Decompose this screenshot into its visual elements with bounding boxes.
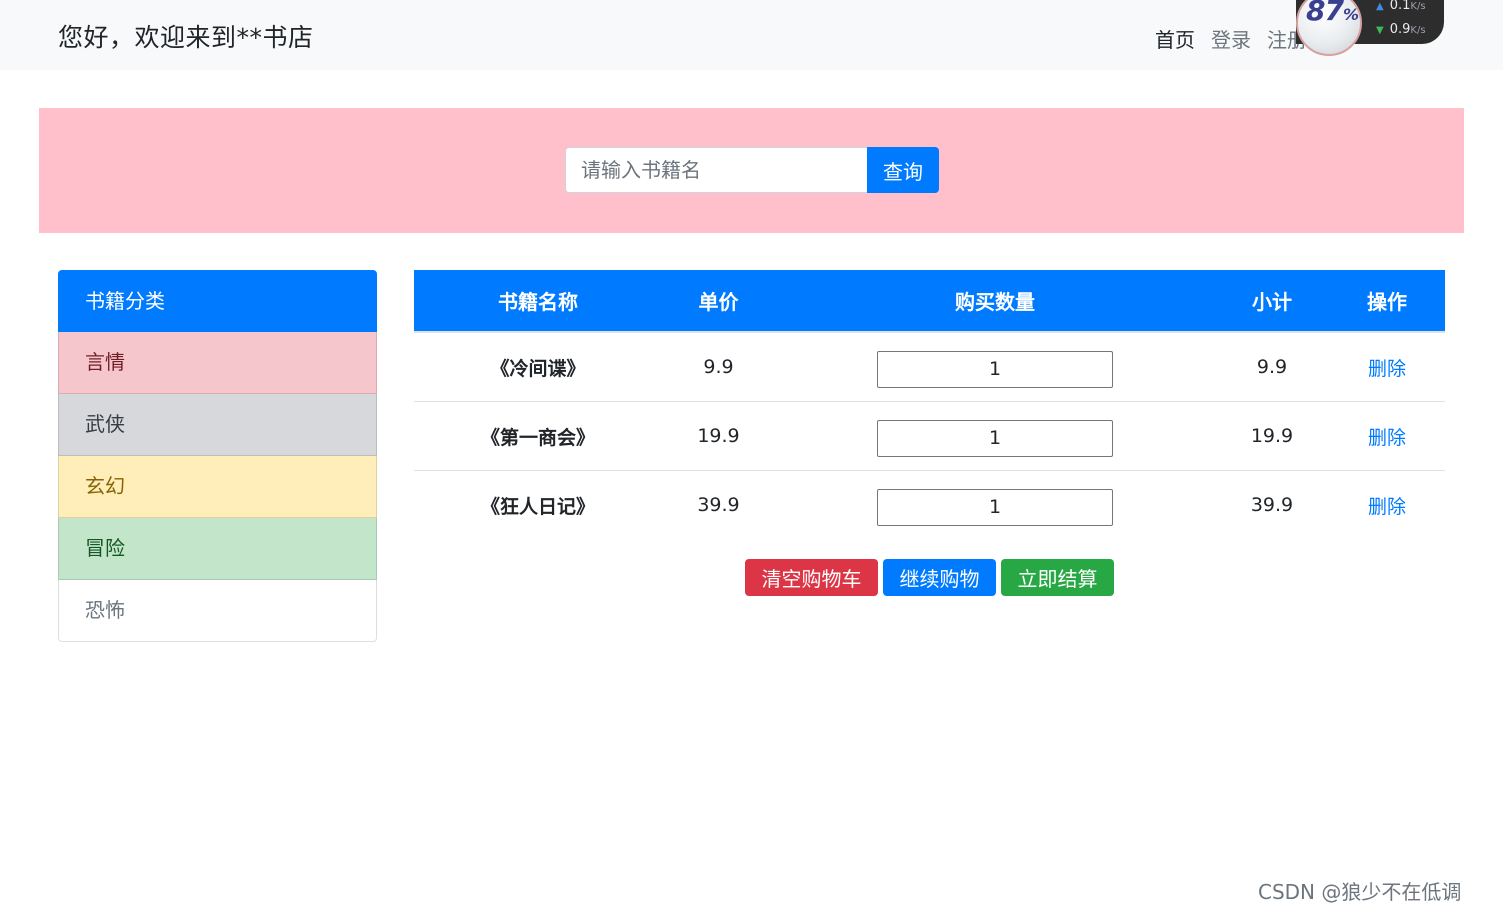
delete-link[interactable]: 删除 [1368,496,1406,518]
download-speed: ▼ 0.9K/s [1376,22,1426,37]
upload-speed: ▲ 0.1K/s [1376,0,1426,13]
download-arrow-icon: ▼ [1376,25,1384,36]
book-subtotal: 19.9 [1215,401,1329,471]
nav-link-login[interactable]: 登录 [1211,28,1251,52]
category-item-fantasy[interactable]: 玄幻 [58,456,377,518]
quantity-cell [775,332,1215,402]
book-name: 《狂人日记》 [414,470,662,539]
search-input[interactable] [565,147,867,193]
nav-link-home[interactable]: 首页 [1155,28,1195,52]
book-price: 9.9 [703,356,734,378]
watermark: CSDN @狼少不在低调 [1258,880,1462,904]
category-item-romance[interactable]: 言情 [58,332,377,394]
search-button[interactable]: 查询 [867,147,939,193]
cart-table-container: 书籍名称 单价 购买数量 小计 操作 《冷间谍》 9.9 9.9 删除 《第一商… [414,270,1445,539]
book-subtotal: 39.9 [1215,470,1329,539]
column-header-action: 操作 [1329,270,1445,333]
quantity-cell [775,470,1215,539]
network-speed-widget[interactable]: 87% ▲ 0.1K/s ▼ 0.9K/s [1296,0,1444,56]
category-list: 书籍分类 言情 武侠 玄幻 冒险 恐怖 [58,270,377,642]
category-item-horror[interactable]: 恐怖 [58,580,377,642]
category-item-adventure[interactable]: 冒险 [58,518,377,580]
column-header-subtotal: 小计 [1215,270,1329,333]
continue-shopping-button[interactable]: 继续购物 [883,559,996,596]
quantity-input[interactable] [877,419,1113,457]
book-subtotal: 9.9 [1256,356,1288,378]
upload-arrow-icon: ▲ [1376,1,1384,12]
delete-link[interactable]: 删除 [1368,358,1406,380]
action-cell: 删除 [1329,332,1445,402]
navbar: 您好，欢迎来到**书店 首页 登录 注册 [0,0,1503,70]
quantity-cell [775,401,1215,471]
quantity-input[interactable] [877,488,1113,526]
book-name: 《冷间谍》 [490,357,586,380]
action-cell: 删除 [1329,401,1445,471]
category-item-wuxia[interactable]: 武侠 [58,394,377,456]
table-row: 《狂人日记》 39.9 39.9 删除 [414,470,1445,539]
table-row: 《第一商会》 19.9 19.9 删除 [414,401,1445,471]
cart-table: 书籍名称 单价 购买数量 小计 操作 《冷间谍》 9.9 9.9 删除 《第一商… [414,270,1445,539]
delete-link[interactable]: 删除 [1368,427,1406,449]
speed-percent: 87% [1306,0,1359,27]
table-row: 《冷间谍》 9.9 9.9 删除 [414,332,1445,402]
column-header-price: 单价 [662,270,775,333]
navbar-brand[interactable]: 您好，欢迎来到**书店 [58,18,314,54]
book-price: 19.9 [662,401,775,471]
cart-header-row: 书籍名称 单价 购买数量 小计 操作 [414,270,1445,333]
book-price: 39.9 [662,470,775,539]
column-header-book-name: 书籍名称 [414,270,662,333]
clear-cart-button[interactable]: 清空购物车 [745,559,878,596]
action-cell: 删除 [1329,470,1445,539]
checkout-button[interactable]: 立即结算 [1001,559,1114,596]
category-list-title: 书籍分类 [58,270,377,332]
column-header-quantity: 购买数量 [775,270,1215,333]
book-name: 《第一商会》 [414,401,662,471]
quantity-input[interactable] [877,350,1113,388]
